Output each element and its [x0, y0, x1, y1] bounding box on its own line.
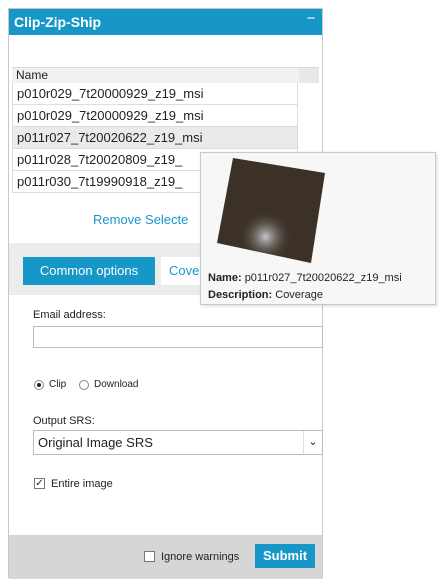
panel-header: Clip-Zip-Ship − — [9, 9, 322, 35]
ignore-warnings-label: Ignore warnings — [161, 551, 240, 563]
table-row[interactable]: p010r029_7t20000929_z19_msi — [12, 105, 298, 127]
tooltip-description-label: Description: — [208, 289, 273, 301]
collapse-icon[interactable]: − — [304, 11, 318, 26]
image-thumbnail — [217, 158, 325, 263]
email-label: Email address: — [33, 309, 106, 321]
column-header-name: Name — [16, 68, 49, 82]
download-label: Download — [94, 379, 139, 390]
entire-image-checkbox[interactable]: ✓ — [34, 478, 45, 489]
table-scrollbar-header — [299, 68, 319, 83]
table-row-selected[interactable]: p011r027_7t20020622_z19_msi — [12, 127, 298, 149]
tab-common-options[interactable]: Common options — [23, 257, 155, 285]
panel-title: Clip-Zip-Ship — [14, 14, 102, 30]
chevron-down-icon[interactable]: ⌄ — [303, 431, 322, 454]
output-srs-value: Original Image SRS — [38, 435, 153, 450]
table-row[interactable]: p010r029_7t20000929_z19_msi — [12, 83, 298, 105]
tooltip-name-line: Name: p011r027_7t20020622_z19_msi — [208, 272, 402, 284]
submit-button[interactable]: Submit — [255, 544, 315, 568]
email-field[interactable] — [33, 326, 323, 348]
clip-radio[interactable] — [34, 380, 44, 390]
image-tooltip: Name: p011r027_7t20020622_z19_msi Descri… — [200, 152, 436, 305]
output-srs-label: Output SRS: — [33, 415, 95, 427]
table-header: Name — [12, 68, 319, 83]
remove-selected-link[interactable]: Remove Selecte — [93, 212, 188, 227]
panel-footer: Ignore warnings Submit — [9, 535, 322, 579]
entire-image-label: Entire image — [51, 478, 113, 490]
clip-label: Clip — [49, 379, 67, 390]
tooltip-name-value: p011r027_7t20020622_z19_msi — [244, 272, 402, 284]
tooltip-description-line: Description: Coverage — [208, 289, 323, 301]
output-srs-select[interactable]: Original Image SRS ⌄ — [33, 430, 323, 455]
tooltip-name-label: Name: — [208, 272, 242, 284]
tooltip-description-value: Coverage — [275, 289, 323, 301]
download-radio[interactable] — [79, 380, 89, 390]
ignore-warnings-checkbox[interactable] — [144, 551, 155, 562]
